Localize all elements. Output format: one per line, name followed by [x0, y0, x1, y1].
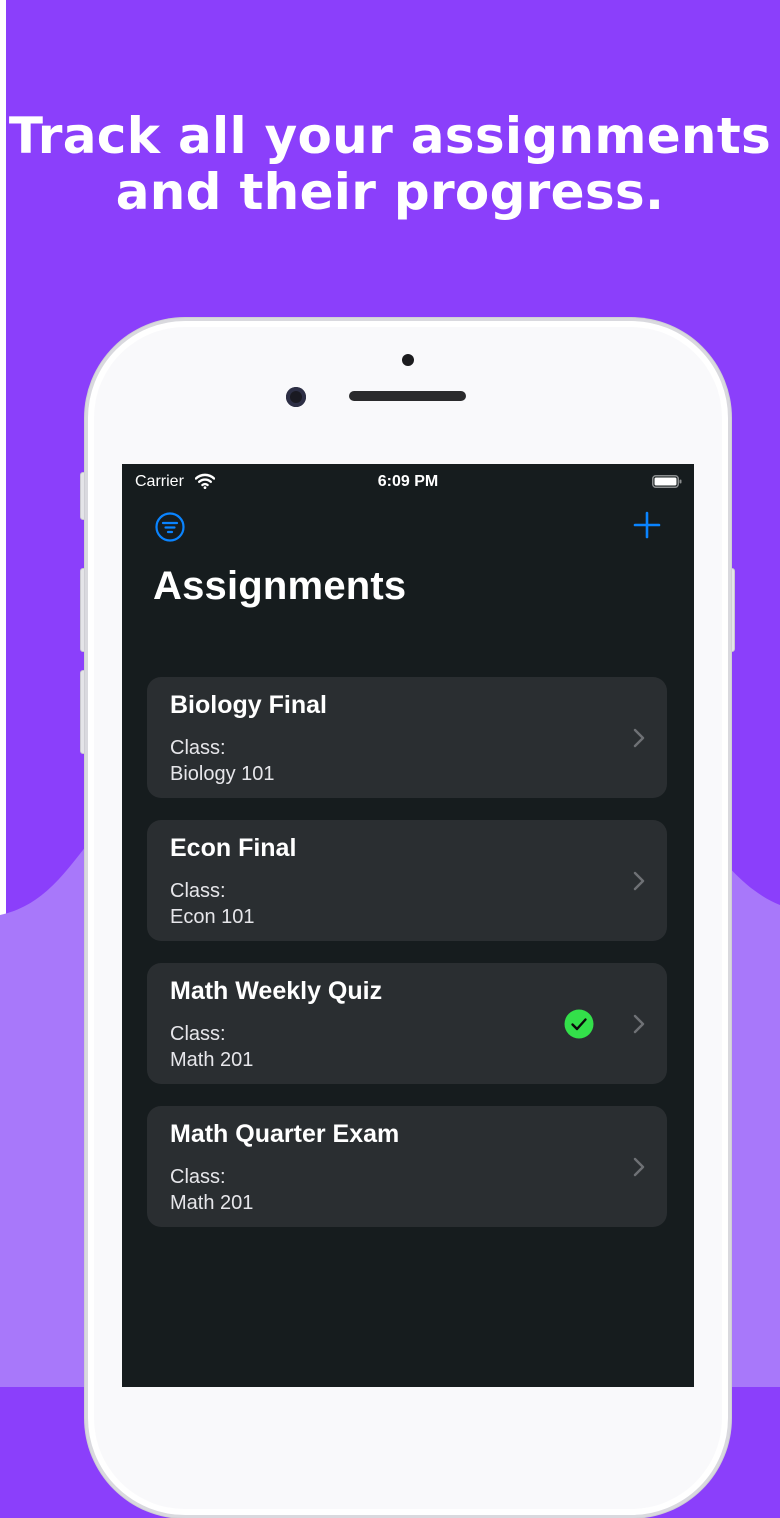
- plus-icon[interactable]: [632, 510, 662, 540]
- class-name: Biology 101: [170, 763, 275, 785]
- assignment-card-math-quarter-exam[interactable]: Math Quarter Exam Class: Math 201: [147, 1106, 667, 1227]
- assignment-card-biology-final[interactable]: Biology Final Class: Biology 101: [147, 677, 667, 798]
- assignment-list: Biology Final Class: Biology 101 Econ Fi…: [147, 677, 667, 1249]
- battery-icon: [652, 475, 682, 488]
- assignment-title: Biology Final: [170, 691, 327, 719]
- phone-sensor: [402, 354, 414, 366]
- class-label: Class:: [170, 1023, 226, 1045]
- page-title: Assignments: [153, 564, 407, 608]
- completed-check-icon: [564, 1009, 594, 1039]
- assignment-title: Math Weekly Quiz: [170, 977, 383, 1005]
- promo-headline-line-1: Track all your assignments: [8, 107, 772, 165]
- filter-icon[interactable]: [154, 511, 186, 543]
- promo-headline-line-2: and their progress.: [115, 163, 665, 221]
- class-name: Math 201: [170, 1192, 254, 1214]
- status-bar: Carrier 6:09 PM: [122, 464, 694, 500]
- chevron-right-icon: [633, 1014, 645, 1034]
- front-camera-icon: [286, 387, 306, 407]
- promo-headline: Track all your assignments and their pro…: [0, 108, 780, 220]
- assignment-card-econ-final[interactable]: Econ Final Class: Econ 101: [147, 820, 667, 941]
- phone-speaker: [349, 391, 466, 401]
- status-time: 6:09 PM: [377, 473, 439, 490]
- assignment-title: Math Quarter Exam: [170, 1120, 400, 1148]
- class-label: Class:: [170, 737, 226, 759]
- class-label: Class:: [170, 880, 226, 902]
- class-name: Econ 101: [170, 906, 255, 928]
- assignment-card-math-weekly-quiz[interactable]: Math Weekly Quiz Class: Math 201: [147, 963, 667, 1084]
- chevron-right-icon: [633, 728, 645, 748]
- chevron-right-icon: [633, 871, 645, 891]
- assignment-title: Econ Final: [170, 834, 297, 862]
- chevron-right-icon: [633, 1157, 645, 1177]
- class-name: Math 201: [170, 1049, 254, 1071]
- class-label: Class:: [170, 1166, 226, 1188]
- app-screen: Carrier 6:09 PM Assignments Biology Fina…: [122, 464, 694, 1387]
